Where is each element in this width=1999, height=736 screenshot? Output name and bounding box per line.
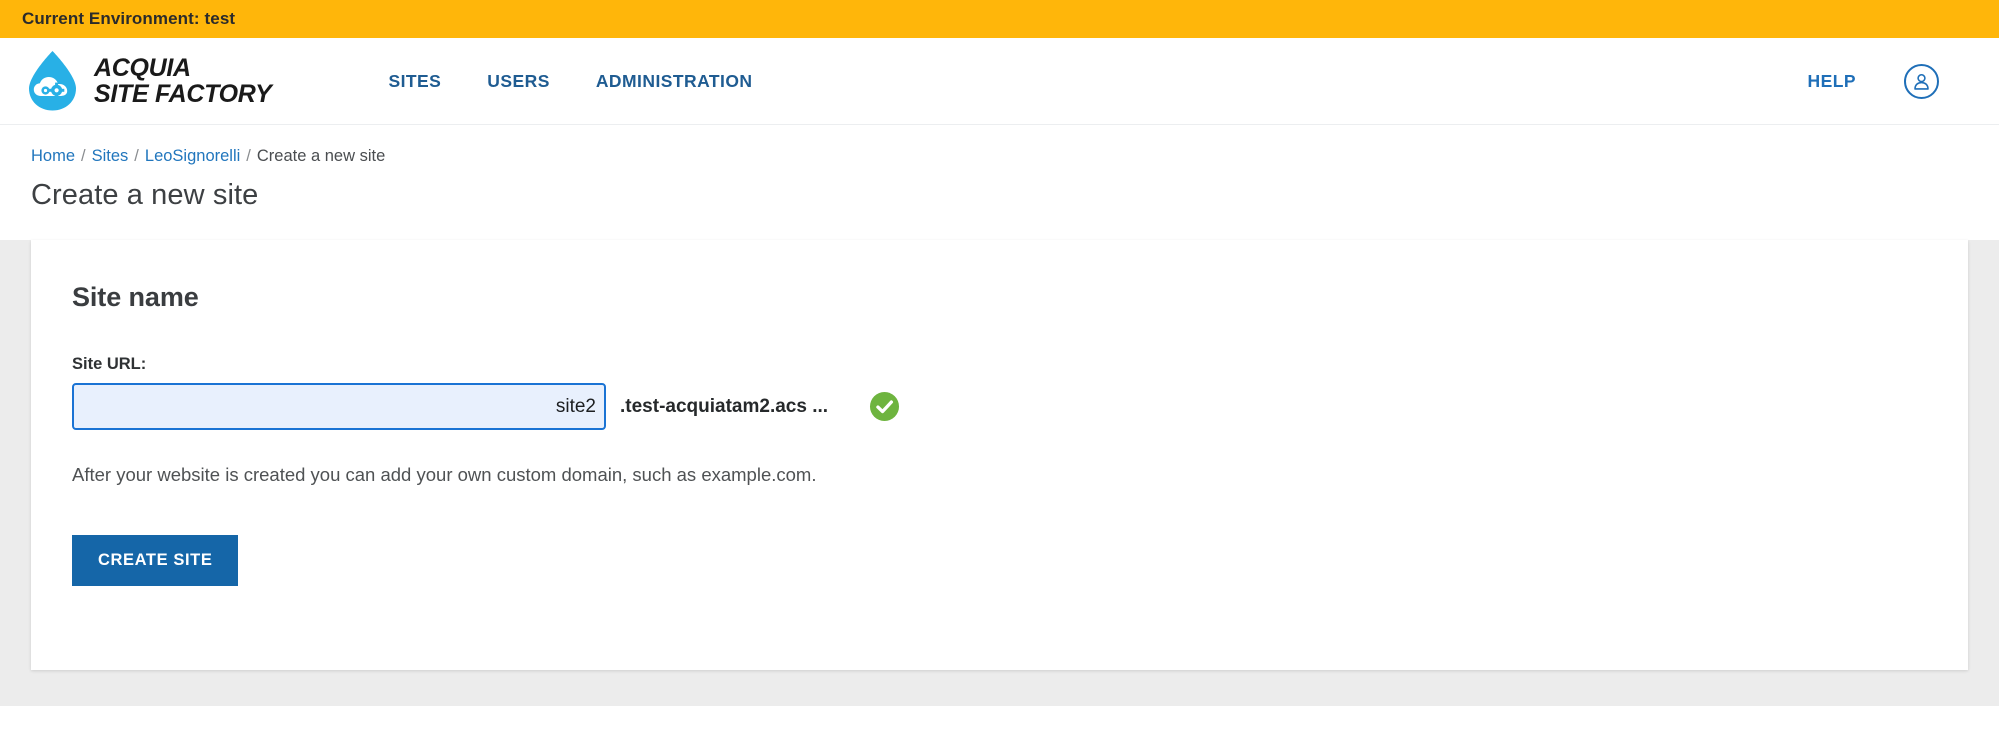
brand-wordmark: ACQUIA SITE FACTORY [94,54,272,108]
breadcrumb-item-sites[interactable]: Sites [92,147,129,166]
nav-link-sites[interactable]: SITES [365,61,464,102]
page-title: Create a new site [31,179,259,211]
breadcrumb-item-leosignorelli[interactable]: LeoSignorelli [145,147,240,166]
custom-domain-help-text: After your website is created you can ad… [72,464,817,485]
site-url-input[interactable] [72,383,606,430]
user-avatar-icon[interactable] [1904,63,1939,99]
help-link[interactable]: HELP [1808,71,1856,92]
breadcrumb-separator: / [246,147,251,165]
breadcrumb-item-home[interactable]: Home [31,147,75,166]
content-area: Site name Site URL: .test-acquiatam2.acs… [0,240,1999,706]
environment-banner-text: Current Environment: test [22,9,236,28]
page-header: Home / Sites / LeoSignorelli / Create a … [0,125,1999,240]
create-site-button[interactable]: CREATE SITE [72,535,239,586]
masthead: ACQUIA SITE FACTORY SITES USERS ADMINIST… [0,38,1999,125]
brand-line-site-factory: SITE FACTORY [94,80,272,108]
environment-banner: Current Environment: test [0,0,1999,38]
nav-link-administration[interactable]: ADMINISTRATION [573,61,776,102]
green-check-circle-icon [869,391,900,422]
breadcrumb-item-current: Create a new site [256,147,386,165]
main-navigation: SITES USERS ADMINISTRATION [365,61,775,102]
breadcrumb: Home / Sites / LeoSignorelli / Create a … [31,147,1999,166]
acquia-droplet-icon [24,50,81,112]
site-name-card: Site name Site URL: .test-acquiatam2.acs… [31,240,1968,670]
breadcrumb-separator: / [134,147,139,165]
masthead-right-group: HELP [1808,63,1975,99]
site-url-row: .test-acquiatam2.acs ... [72,383,1968,430]
brand-logo[interactable]: ACQUIA SITE FACTORY [24,50,272,112]
nav-link-users[interactable]: USERS [464,61,573,102]
brand-line-acquia: ACQUIA [94,54,191,82]
breadcrumb-separator: / [81,147,86,165]
site-url-label: Site URL: [72,355,147,373]
domain-suffix-text: .test-acquiatam2.acs ... [620,395,829,417]
card-title: Site name [72,282,199,312]
